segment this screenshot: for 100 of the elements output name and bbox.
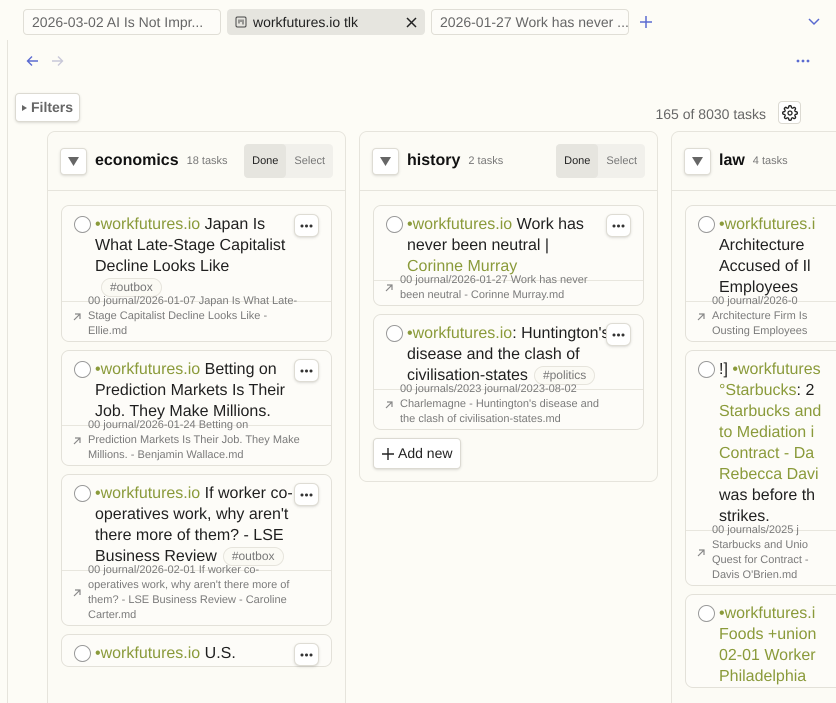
task-text: never been neutral |	[407, 236, 550, 256]
more-button[interactable]	[294, 214, 319, 237]
note-link[interactable]: •workfutures.io	[407, 323, 512, 344]
file-path-link[interactable]: 00 journals/2023 journal/2023-08-02 Charlemagne - Huntington's disease and the clash of civilisation-states.md	[400, 382, 599, 427]
triangle-icon	[68, 156, 79, 166]
note-link[interactable]: •workfutures.io	[407, 214, 512, 235]
task-count: 4 tasks	[752, 154, 788, 169]
task-text: was before th	[719, 486, 816, 506]
note-link[interactable]: •workfutures.i	[719, 603, 816, 624]
task-text: If worker co-	[204, 484, 293, 504]
tag-chip[interactable]: #outbox	[101, 278, 162, 297]
note-link[interactable]: 02-01 Worker	[719, 645, 816, 666]
mode-toggle[interactable]: Done	[244, 144, 286, 178]
tab-label: 2026-01-27 Work has never ...	[440, 12, 629, 32]
task-checkbox[interactable]	[74, 485, 91, 502]
settings-icon	[782, 104, 798, 120]
board-icon	[235, 16, 247, 28]
task-text: Job. They Make Millions.	[95, 402, 271, 420]
task-text: Japan Is	[204, 215, 266, 235]
tag-chip[interactable]: #outbox	[222, 547, 284, 566]
task-text: Business Review	[95, 547, 217, 565]
note-link[interactable]: •workfutures.io	[95, 643, 200, 664]
task-text: disease and the clash of	[407, 345, 580, 365]
more-button[interactable]	[294, 359, 319, 382]
task-text: there more of them? - LSE	[95, 526, 284, 546]
file-path-link[interactable]: 00 journal/2026-01-27 Work has never been neutral - Corinne Murray.md	[400, 273, 588, 303]
more-icon[interactable]	[796, 59, 810, 63]
tab-label: 2026-03-02 AI Is Not Impr...	[32, 12, 204, 32]
triangle-icon	[692, 156, 703, 166]
more-button[interactable]	[294, 483, 319, 506]
collapse-button[interactable]	[684, 148, 711, 174]
mode-toggle[interactable]: Select	[598, 144, 645, 178]
add-new-button[interactable]: Add new	[373, 438, 462, 469]
tab[interactable]: 2026-03-02 AI Is Not Impr...	[23, 9, 221, 35]
column-title: economics	[95, 151, 179, 171]
mode-toggle[interactable]: Select	[286, 144, 333, 178]
caret-icon	[22, 104, 27, 110]
note-link[interactable]: •workfutures	[732, 359, 821, 380]
arrow-icon	[72, 312, 82, 322]
column-title: law	[719, 151, 745, 171]
chevron-down-icon[interactable]	[808, 18, 820, 26]
note-link[interactable]: •workfutures.io	[95, 359, 200, 380]
note-link[interactable]: Starbucks and	[719, 401, 822, 422]
task-checkbox[interactable]	[698, 361, 715, 378]
more-button[interactable]	[294, 643, 319, 666]
task-checkbox[interactable]	[74, 216, 91, 233]
task-text: : Huntington's	[512, 324, 610, 344]
tab[interactable]: 2026-01-27 Work has never ...	[431, 9, 629, 35]
task-checkbox[interactable]	[698, 216, 715, 233]
close-icon[interactable]	[406, 16, 417, 28]
task-text: Prediction Markets Is Their	[95, 381, 285, 401]
note-link[interactable]: Rebecca Davi	[719, 464, 819, 485]
note-link[interactable]: Philadelphia	[719, 666, 806, 687]
more-icon	[300, 492, 313, 496]
task-checkbox[interactable]	[386, 325, 403, 342]
file-path-link[interactable]: 00 journals/2025 j Starbucks and Unio Quest for Contract - Davis O'Brien.md	[712, 523, 809, 583]
back-arrow-icon[interactable]	[26, 55, 39, 67]
note-link[interactable]: to Mediation i	[719, 422, 814, 443]
plus-icon	[382, 448, 394, 460]
file-path-link[interactable]: 00 journal/2026-01-07 Japan Is What Late- Stage Capitalist Decline Looks Like - Ellie.md	[88, 294, 298, 339]
file-path-link[interactable]: 00 journal/2026-02-01 If worker co- operatives work, why aren't there more of them? - LSE Business Review - Caroline Carter.md	[88, 563, 290, 623]
arrow-icon	[72, 436, 82, 446]
filters-button[interactable]: Filters	[15, 93, 80, 122]
tab[interactable]: workfutures.io tlk	[227, 9, 425, 35]
add-tab-icon[interactable]	[639, 15, 653, 29]
task-count: 165 of 8030 tasks	[655, 105, 766, 124]
mode-toggle[interactable]: Done	[556, 144, 598, 178]
note-link[interactable]: •workfutures.i	[719, 214, 816, 235]
task-text: Betting on	[204, 360, 277, 380]
task-text: What Late-Stage Capitalist	[95, 236, 286, 256]
note-link[interactable]: •workfutures.io	[95, 483, 200, 504]
task-text: U.S.	[204, 644, 236, 664]
arrow-icon	[384, 400, 394, 410]
note-link[interactable]: •workfutures.io	[95, 214, 200, 235]
arrow-icon	[384, 283, 394, 293]
arrow-icon	[696, 548, 706, 558]
file-path-link[interactable]: 00 journal/2026-0 Architecture Firm Is Ousting Employees	[712, 294, 808, 339]
task-text: : 2	[796, 381, 814, 401]
task-text: Architecture	[719, 236, 804, 256]
collapse-button[interactable]	[372, 148, 399, 174]
triangle-icon	[380, 156, 391, 166]
settings-button[interactable]	[778, 101, 801, 124]
column-title: history	[407, 151, 460, 171]
task-checkbox[interactable]	[386, 216, 403, 233]
task-checkbox[interactable]	[698, 605, 715, 622]
note-link[interactable]: Foods +union	[719, 624, 816, 645]
more-button[interactable]	[606, 214, 631, 237]
more-icon	[300, 368, 313, 372]
file-path-link[interactable]: 00 journal/2026-01-24 Betting on Prediction Markets Is Their Job. They Make Millions. - Benjamin Wallace.md	[88, 418, 300, 463]
more-icon	[300, 652, 313, 656]
task-text: civilisation-states	[407, 366, 528, 384]
task-checkbox[interactable]	[74, 645, 91, 662]
task-text: Work has	[516, 215, 584, 235]
tag-chip[interactable]: #politics	[534, 366, 596, 385]
more-button[interactable]	[606, 323, 631, 346]
note-link[interactable]: Contract - Da	[719, 443, 814, 464]
more-icon	[300, 224, 313, 228]
note-link[interactable]: °Starbucks	[719, 380, 797, 401]
collapse-button[interactable]	[60, 148, 87, 174]
task-checkbox[interactable]	[74, 361, 91, 378]
